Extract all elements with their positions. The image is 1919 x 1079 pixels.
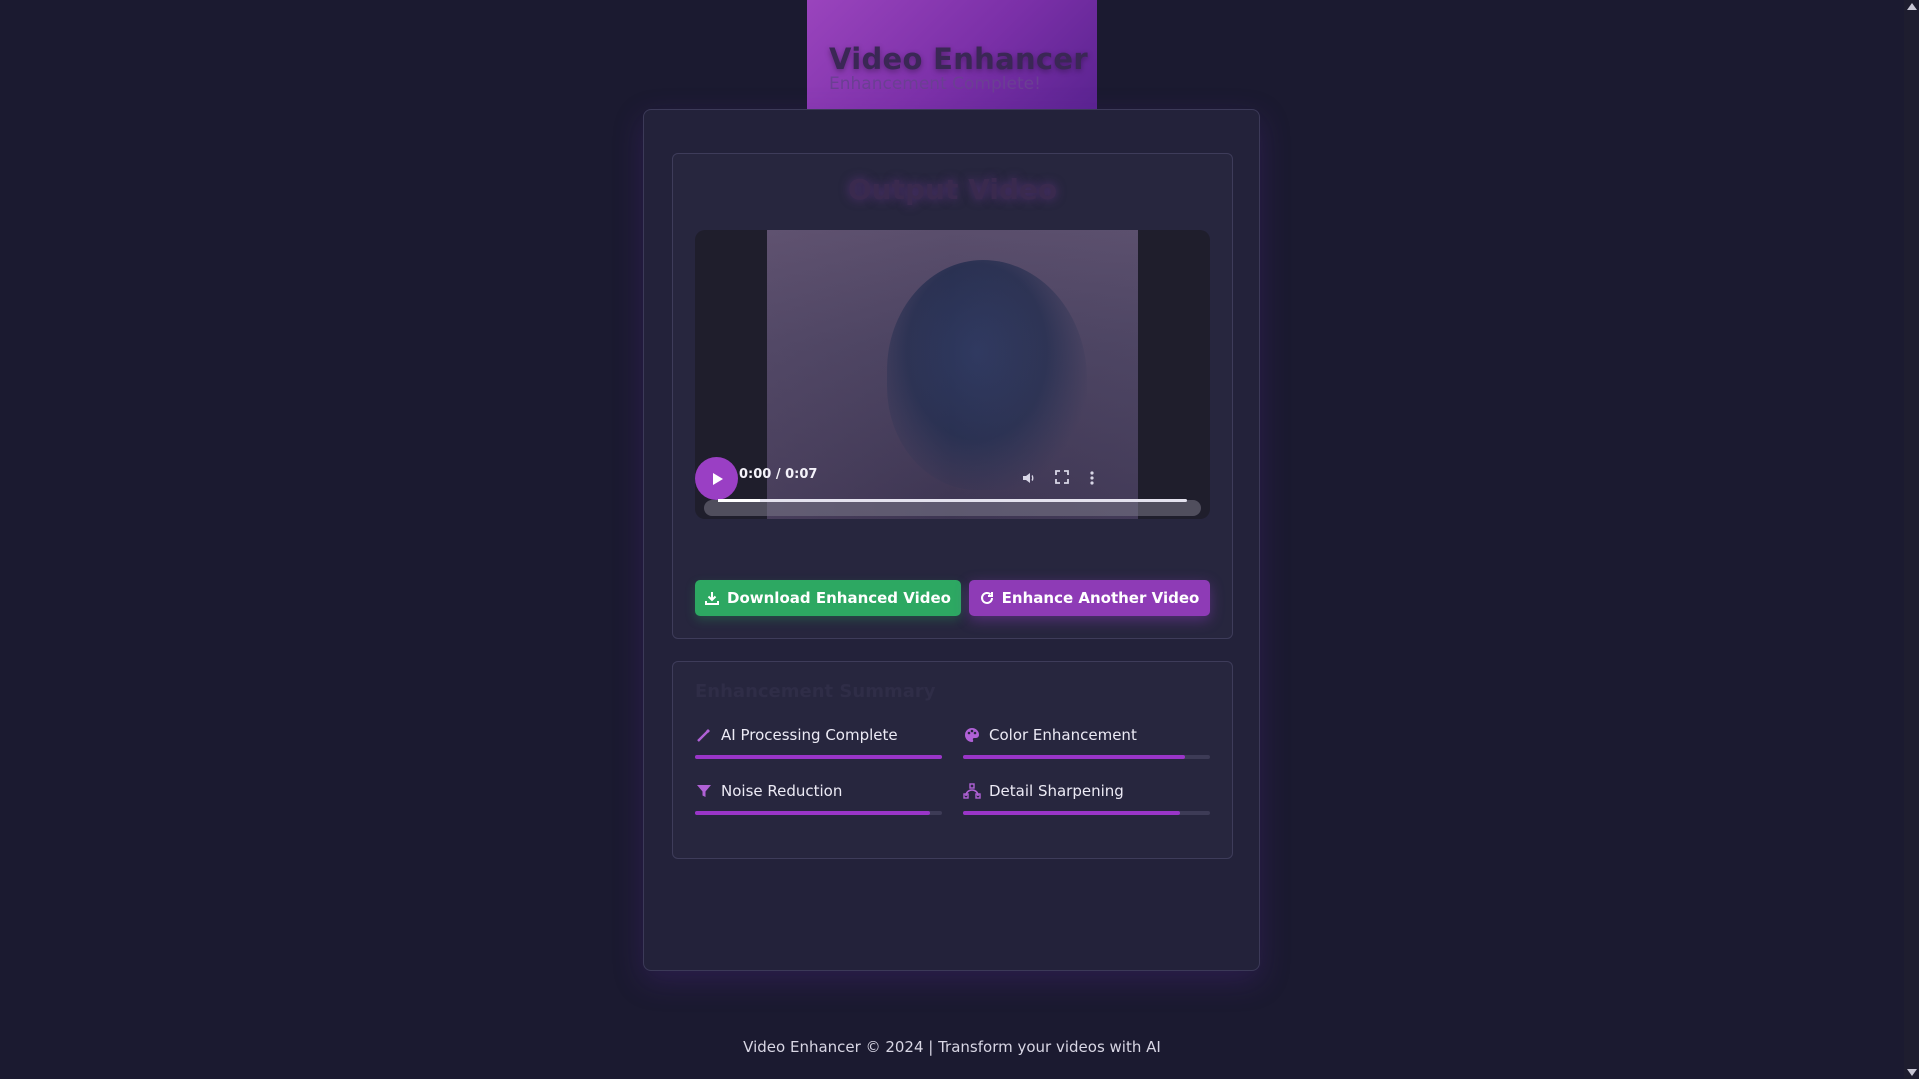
video-progress-fill <box>718 499 761 502</box>
play-icon <box>713 472 723 485</box>
play-button[interactable] <box>695 457 738 500</box>
footer-text: Video Enhancer © 2024 | Transform your v… <box>743 1038 1161 1056</box>
page-scrollbar[interactable] <box>1904 0 1919 1079</box>
summary-title: Enhancement Summary <box>695 681 936 702</box>
video-time: 0:00 / 0:07 <box>739 467 818 482</box>
video-frame <box>767 230 1138 519</box>
stat-label: Noise Reduction <box>721 782 843 800</box>
stat-label: AI Processing Complete <box>721 726 898 744</box>
bezier-curve-icon <box>963 782 981 800</box>
enhance-another-button[interactable]: Enhance Another Video <box>969 580 1210 616</box>
scroll-down-arrow-icon[interactable] <box>1907 1069 1917 1076</box>
enhance-another-label: Enhance Another Video <box>1001 589 1200 607</box>
redo-icon <box>980 591 993 604</box>
scroll-up-arrow-icon[interactable] <box>1907 3 1917 10</box>
app-title: Video Enhancer <box>829 42 1088 76</box>
more-options-icon[interactable] <box>1089 470 1095 490</box>
download-label: Download Enhanced Video <box>727 589 951 607</box>
video-player[interactable]: 0:00 / 0:07 <box>695 230 1210 519</box>
filter-icon <box>695 782 713 800</box>
stat-label: Detail Sharpening <box>989 782 1124 800</box>
stat-detail-sharpening: Detail Sharpening <box>963 779 1210 815</box>
download-icon <box>705 592 720 605</box>
app-header: Video Enhancer Enhancement Complete! <box>807 0 1097 109</box>
volume-icon[interactable] <box>1021 470 1037 490</box>
fullscreen-icon[interactable] <box>1055 470 1069 488</box>
magic-wand-icon <box>695 726 713 744</box>
download-button[interactable]: Download Enhanced Video <box>695 580 961 616</box>
stat-bar <box>695 755 942 759</box>
stat-ai-processing: AI Processing Complete <box>695 723 942 759</box>
stat-bar <box>963 811 1181 815</box>
video-progress[interactable] <box>718 499 1187 502</box>
video-scrollbar[interactable] <box>704 500 1201 516</box>
palette-icon <box>963 726 981 744</box>
app-subtitle: Enhancement Complete! <box>829 74 1041 94</box>
stat-color-enhancement: Color Enhancement <box>963 723 1210 759</box>
output-title: Output Video <box>847 173 1058 206</box>
stat-bar <box>963 755 1186 759</box>
stat-label: Color Enhancement <box>989 726 1137 744</box>
stat-noise-reduction: Noise Reduction <box>695 779 942 815</box>
stat-bar <box>695 811 930 815</box>
